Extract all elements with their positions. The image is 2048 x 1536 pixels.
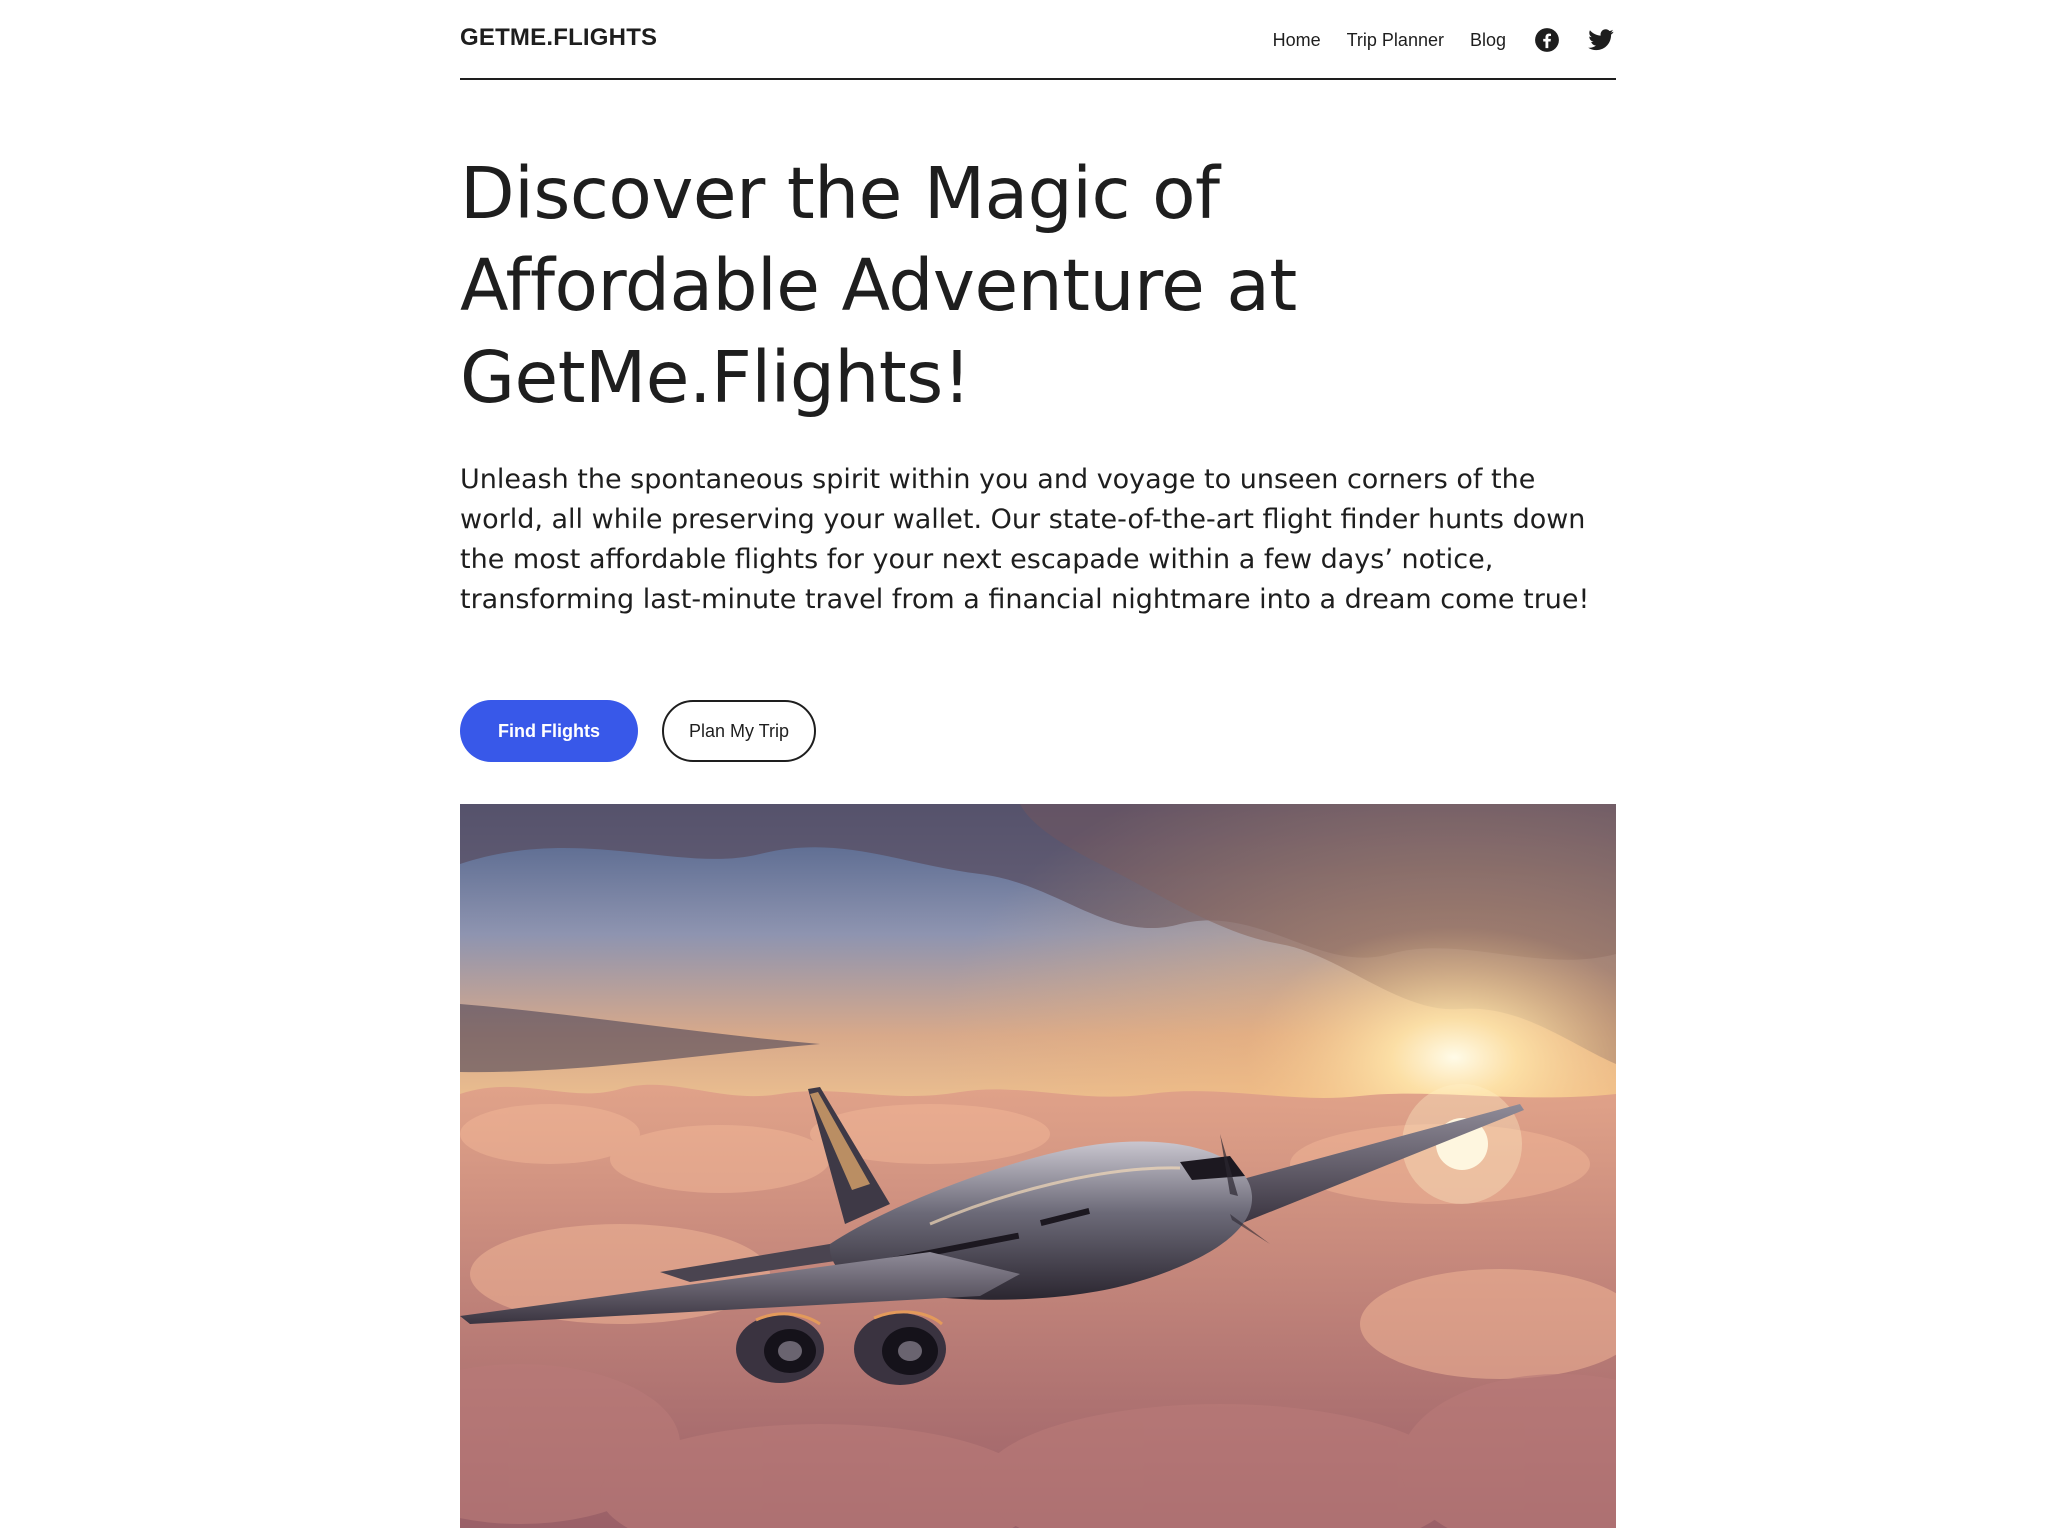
facebook-icon[interactable] — [1532, 25, 1562, 55]
find-flights-button[interactable]: Find Flights — [460, 700, 638, 762]
plan-my-trip-button[interactable]: Plan My Trip — [662, 700, 816, 762]
site-header: GETME.FLIGHTS Home Trip Planner Blog — [460, 0, 1616, 80]
page-container: GETME.FLIGHTS Home Trip Planner Blog Dis… — [460, 0, 1616, 1528]
nav-item-blog[interactable]: Blog — [1470, 30, 1506, 51]
hero-description: Unleash the spontaneous spirit within yo… — [460, 464, 1590, 615]
site-logo[interactable]: GETME.FLIGHTS — [460, 24, 657, 52]
twitter-icon[interactable] — [1586, 25, 1616, 55]
nav-item-trip-planner[interactable]: Trip Planner — [1347, 30, 1444, 51]
main-nav: Home Trip Planner Blog — [1273, 22, 1616, 58]
hero-title: Discover the Magic of Affordable Adventu… — [460, 152, 1297, 419]
nav-item-home[interactable]: Home — [1273, 30, 1321, 51]
airplane-sunset-illustration — [460, 804, 1616, 1528]
hero-image — [460, 804, 1616, 1528]
hero-buttons: Find Flights Plan My Trip — [460, 700, 816, 762]
